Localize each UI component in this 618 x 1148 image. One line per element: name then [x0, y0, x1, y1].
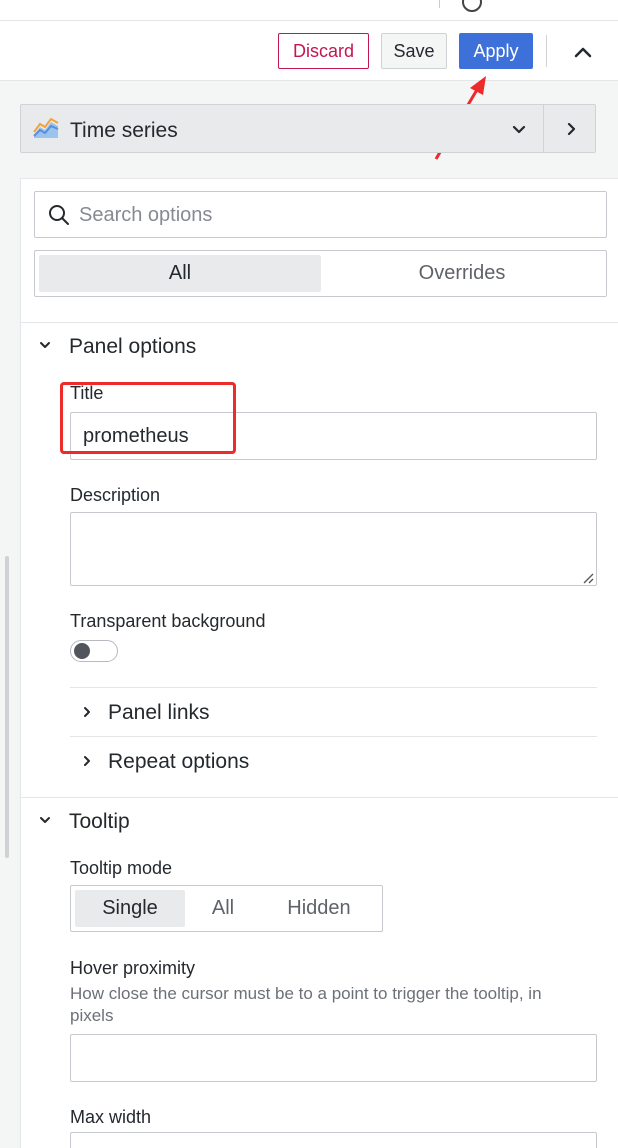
tooltip-mode-label: Tooltip mode: [70, 858, 173, 878]
hover-proximity-input[interactable]: [70, 1034, 597, 1082]
description-label: Description: [70, 485, 161, 505]
panel-edit-toolbar: Discard Save Apply: [0, 21, 618, 81]
toggle-knob: [74, 643, 90, 659]
transparent-background-label: Transparent background: [70, 611, 266, 631]
chevron-right-icon: [84, 756, 90, 766]
visualization-divider: [543, 105, 544, 152]
tooltip-mode-radio-group: Single All Hidden: [70, 885, 383, 932]
chevron-down-icon: [40, 817, 50, 823]
panel-options-label: Panel options: [69, 335, 197, 358]
hover-proximity-description: How close the cursor must be to a point …: [70, 984, 542, 1025]
top-strip: [0, 0, 618, 21]
panel-links-label: Panel links: [108, 701, 210, 724]
transparent-background-toggle[interactable]: [70, 640, 118, 662]
apply-button[interactable]: Apply: [459, 33, 533, 69]
tab-overrides[interactable]: Overrides: [321, 255, 603, 292]
visualization-name: Time series: [70, 119, 178, 142]
annotation-highlight-box: [60, 382, 236, 454]
time-series-chart-icon: [33, 117, 59, 138]
partial-icon: [462, 0, 482, 12]
max-width-label: Max width: [70, 1107, 152, 1127]
chevron-right-icon[interactable]: [561, 119, 581, 139]
resize-handle-icon[interactable]: [582, 572, 594, 584]
divider: [70, 687, 597, 688]
options-tabs: All Overrides: [34, 250, 607, 297]
search-icon: [49, 205, 69, 225]
max-width-input[interactable]: [70, 1132, 597, 1148]
tooltip-mode-single[interactable]: Single: [75, 890, 185, 927]
repeat-options-label: Repeat options: [108, 750, 250, 773]
search-options-input[interactable]: [77, 200, 581, 230]
search-options-box[interactable]: [34, 191, 607, 238]
top-separator: [439, 0, 440, 8]
tab-all[interactable]: All: [39, 255, 321, 292]
divider: [21, 797, 618, 798]
toolbar-divider: [546, 35, 547, 67]
discard-button[interactable]: Discard: [278, 33, 369, 69]
options-pane: All Overrides Panel options Title Descri…: [20, 178, 618, 1148]
chevron-up-icon: [574, 47, 592, 58]
visualization-picker[interactable]: Time series: [20, 104, 596, 153]
chevron-down-icon[interactable]: [509, 119, 529, 139]
divider: [70, 736, 597, 737]
tooltip-mode-all[interactable]: All: [185, 890, 261, 927]
tooltip-label: Tooltip: [69, 810, 130, 833]
scrollbar[interactable]: [5, 556, 9, 858]
description-input[interactable]: [70, 512, 597, 586]
divider: [21, 322, 618, 323]
save-button[interactable]: Save: [381, 33, 447, 69]
collapse-pane-button[interactable]: [568, 37, 598, 67]
chevron-right-icon: [84, 707, 90, 717]
tooltip-mode-hidden[interactable]: Hidden: [261, 890, 377, 927]
chevron-down-icon: [40, 342, 50, 348]
hover-proximity-label: Hover proximity: [70, 958, 196, 978]
